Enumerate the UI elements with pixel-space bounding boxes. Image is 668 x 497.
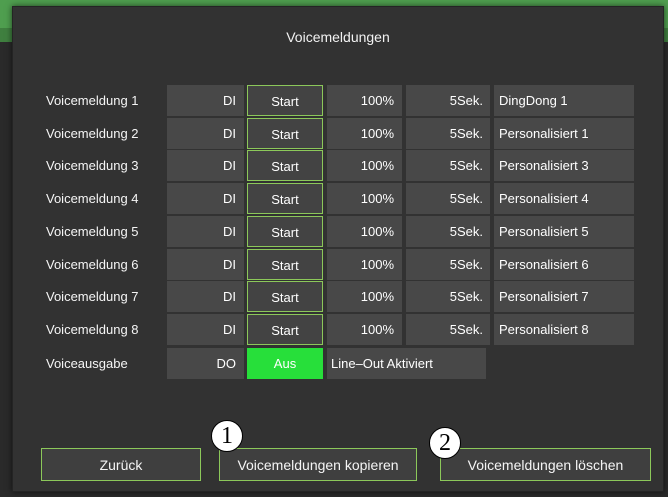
start-button[interactable]: Start: [247, 150, 323, 182]
duration-field[interactable]: 5Sek.: [406, 117, 490, 149]
voice-output-row: Voiceausgabe DO Aus Line–Out Aktiviert: [13, 348, 663, 379]
start-button[interactable]: Start: [247, 248, 323, 280]
voicemessage-label: Voicemeldung 2: [46, 125, 139, 141]
voicemessage-label: Voicemeldung 7: [46, 289, 139, 305]
voice-output-type[interactable]: DO: [167, 348, 244, 379]
voicemessage-label: Voicemeldung 3: [46, 158, 139, 174]
volume-field[interactable]: 100%: [327, 281, 402, 313]
voicemessage-label: Voicemeldung 5: [46, 223, 139, 239]
line-out-status[interactable]: Line–Out Aktiviert: [327, 348, 486, 379]
dialog-title: Voicemeldungen: [286, 29, 390, 45]
input-type-field[interactable]: DI: [167, 215, 244, 247]
voice-output-label: Voiceausgabe: [46, 356, 128, 371]
voicemessage-row: Voicemeldung 6 DI Start 100% 5Sek. Personalis…: [13, 248, 663, 280]
voicemessage-row: Voicemeldung 1 DI Start 100% 5Sek. DingDong 1: [13, 85, 663, 116]
volume-field[interactable]: 100%: [327, 117, 402, 149]
voicemessage-label: Voicemeldung 6: [46, 256, 139, 272]
sound-select[interactable]: DingDong 1: [494, 85, 634, 116]
duration-field[interactable]: 5Sek.: [406, 281, 490, 313]
voicemessage-row: Voicemeldung 5 DI Start 100% 5Sek. Personalis…: [13, 215, 663, 247]
back-button[interactable]: Zurück: [41, 448, 201, 481]
start-button[interactable]: Start: [247, 281, 323, 313]
voicemessage-row: Voicemeldung 8 DI Start 100% 5Sek. Personalis…: [13, 313, 663, 345]
sound-select[interactable]: Personalisiert 5: [494, 215, 634, 247]
volume-field[interactable]: 100%: [327, 150, 402, 182]
duration-field[interactable]: 5Sek.: [406, 150, 490, 182]
input-type-field[interactable]: DI: [167, 281, 244, 313]
duration-field[interactable]: 5Sek.: [406, 183, 490, 215]
delete-voicemessages-button[interactable]: Voicemeldungen löschen: [440, 448, 651, 481]
start-button[interactable]: Start: [247, 313, 323, 345]
sound-select[interactable]: Personalisiert 3: [494, 150, 634, 182]
voicemessage-row: Voicemeldung 2 DI Start 100% 5Sek. Personalis…: [13, 117, 663, 149]
sound-select[interactable]: Personalisiert 4: [494, 183, 634, 215]
sound-select[interactable]: Personalisiert 6: [494, 248, 634, 280]
start-button[interactable]: Start: [247, 117, 323, 149]
voice-output-toggle[interactable]: Aus: [247, 348, 323, 379]
start-button[interactable]: Start: [247, 183, 323, 215]
input-type-field[interactable]: DI: [167, 248, 244, 280]
copy-voicemessages-button[interactable]: Voicemeldungen kopieren: [219, 448, 417, 481]
input-type-field[interactable]: DI: [167, 117, 244, 149]
voicemessages-dialog: Voicemeldungen Voicemeldung 1 DI Start 100%…: [12, 6, 664, 492]
duration-field[interactable]: 5Sek.: [406, 248, 490, 280]
input-type-field[interactable]: DI: [167, 313, 244, 345]
marker-2-icon: 2: [429, 427, 461, 459]
volume-field[interactable]: 100%: [327, 313, 402, 345]
sound-select[interactable]: Personalisiert 7: [494, 281, 634, 313]
duration-field[interactable]: 5Sek.: [406, 85, 490, 116]
voicemessage-row: Voicemeldung 3 DI Start 100% 5Sek. Personalis…: [13, 150, 663, 182]
volume-field[interactable]: 100%: [327, 183, 402, 215]
voicemessage-row: Voicemeldung 7 DI Start 100% 5Sek. Personalis…: [13, 281, 663, 313]
volume-field[interactable]: 100%: [327, 215, 402, 247]
input-type-field[interactable]: DI: [167, 85, 244, 116]
sound-select[interactable]: Personalisiert 8: [494, 313, 634, 345]
marker-1-icon: 1: [211, 420, 243, 452]
duration-field[interactable]: 5Sek.: [406, 313, 490, 345]
input-type-field[interactable]: DI: [167, 183, 244, 215]
start-button[interactable]: Start: [247, 215, 323, 247]
volume-field[interactable]: 100%: [327, 248, 402, 280]
voicemessage-label: Voicemeldung 8: [46, 321, 139, 337]
input-type-field[interactable]: DI: [167, 150, 244, 182]
voicemessage-label: Voicemeldung 4: [46, 191, 139, 207]
voicemessage-label: Voicemeldung 1: [46, 93, 139, 108]
volume-field[interactable]: 100%: [327, 85, 402, 116]
voicemessage-row: Voicemeldung 4 DI Start 100% 5Sek. Personalis…: [13, 183, 663, 215]
start-button[interactable]: Start: [247, 85, 323, 116]
duration-field[interactable]: 5Sek.: [406, 215, 490, 247]
sound-select[interactable]: Personalisiert 1: [494, 117, 634, 149]
